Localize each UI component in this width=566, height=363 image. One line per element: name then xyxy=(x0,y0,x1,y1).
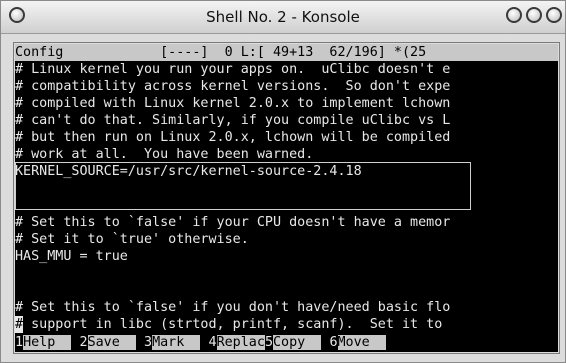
editor-line[interactable]: # work at all. You have been warned. xyxy=(15,146,313,163)
editor-line[interactable]: # Linux kernel you run your apps on. uCl… xyxy=(15,61,450,78)
selection-highlight-box xyxy=(15,162,471,210)
fkey-save[interactable]: 2Save xyxy=(80,335,136,350)
editor-line[interactable]: # Set this to `false' if your CPU doesn'… xyxy=(15,214,450,231)
editor-line-text: support in libc (strtod, printf, scanf).… xyxy=(23,317,451,332)
editor-line[interactable]: # but then run on Linux 2.0.x, lchown wi… xyxy=(15,129,450,146)
editor-line[interactable]: HAS_MMU = true xyxy=(15,248,128,265)
window-title: Shell No. 2 - Konsole xyxy=(206,8,360,26)
fkey-replace[interactable]: 4Replac xyxy=(209,335,265,350)
terminal-area[interactable]: Config [----] 0 L:[ 49+13 62/196] *(25 #… xyxy=(15,44,558,352)
editor-line[interactable]: # can't do that. Similarly, if you compi… xyxy=(15,112,450,129)
minimize-icon[interactable] xyxy=(506,7,522,23)
editor-line[interactable]: # compiled with Linux kernel 2.0.x to im… xyxy=(15,95,450,112)
function-key-bar: 1Help 2Save 3Mark 4Replac5Copy 6Move xyxy=(15,334,558,352)
editor-line[interactable]: # Set it to `true' otherwise. xyxy=(15,231,249,248)
fkey-copy[interactable]: 5Copy xyxy=(265,335,322,350)
editor-status-bar: Config [----] 0 L:[ 49+13 62/196] *(25 xyxy=(15,44,558,61)
fkey-move[interactable]: 6Move xyxy=(329,335,386,350)
editor-line[interactable]: # compatibility across kernel versions. … xyxy=(15,78,450,95)
maximize-icon[interactable] xyxy=(526,7,542,23)
fkey-mark[interactable]: 3Mark xyxy=(144,335,201,350)
close-icon[interactable] xyxy=(546,7,562,23)
editor-line[interactable]: # Set this to `false' if you don't have/… xyxy=(15,299,450,316)
title-bar[interactable]: Shell No. 2 - Konsole xyxy=(1,1,565,34)
editor-cursor-line[interactable]: # support in libc (strtod, printf, scanf… xyxy=(15,316,450,333)
fkey-help[interactable]: 1Help xyxy=(15,335,72,350)
text-cursor: # xyxy=(15,316,24,333)
konsole-window: Shell No. 2 - Konsole Config [----] 0 L:… xyxy=(0,0,566,363)
